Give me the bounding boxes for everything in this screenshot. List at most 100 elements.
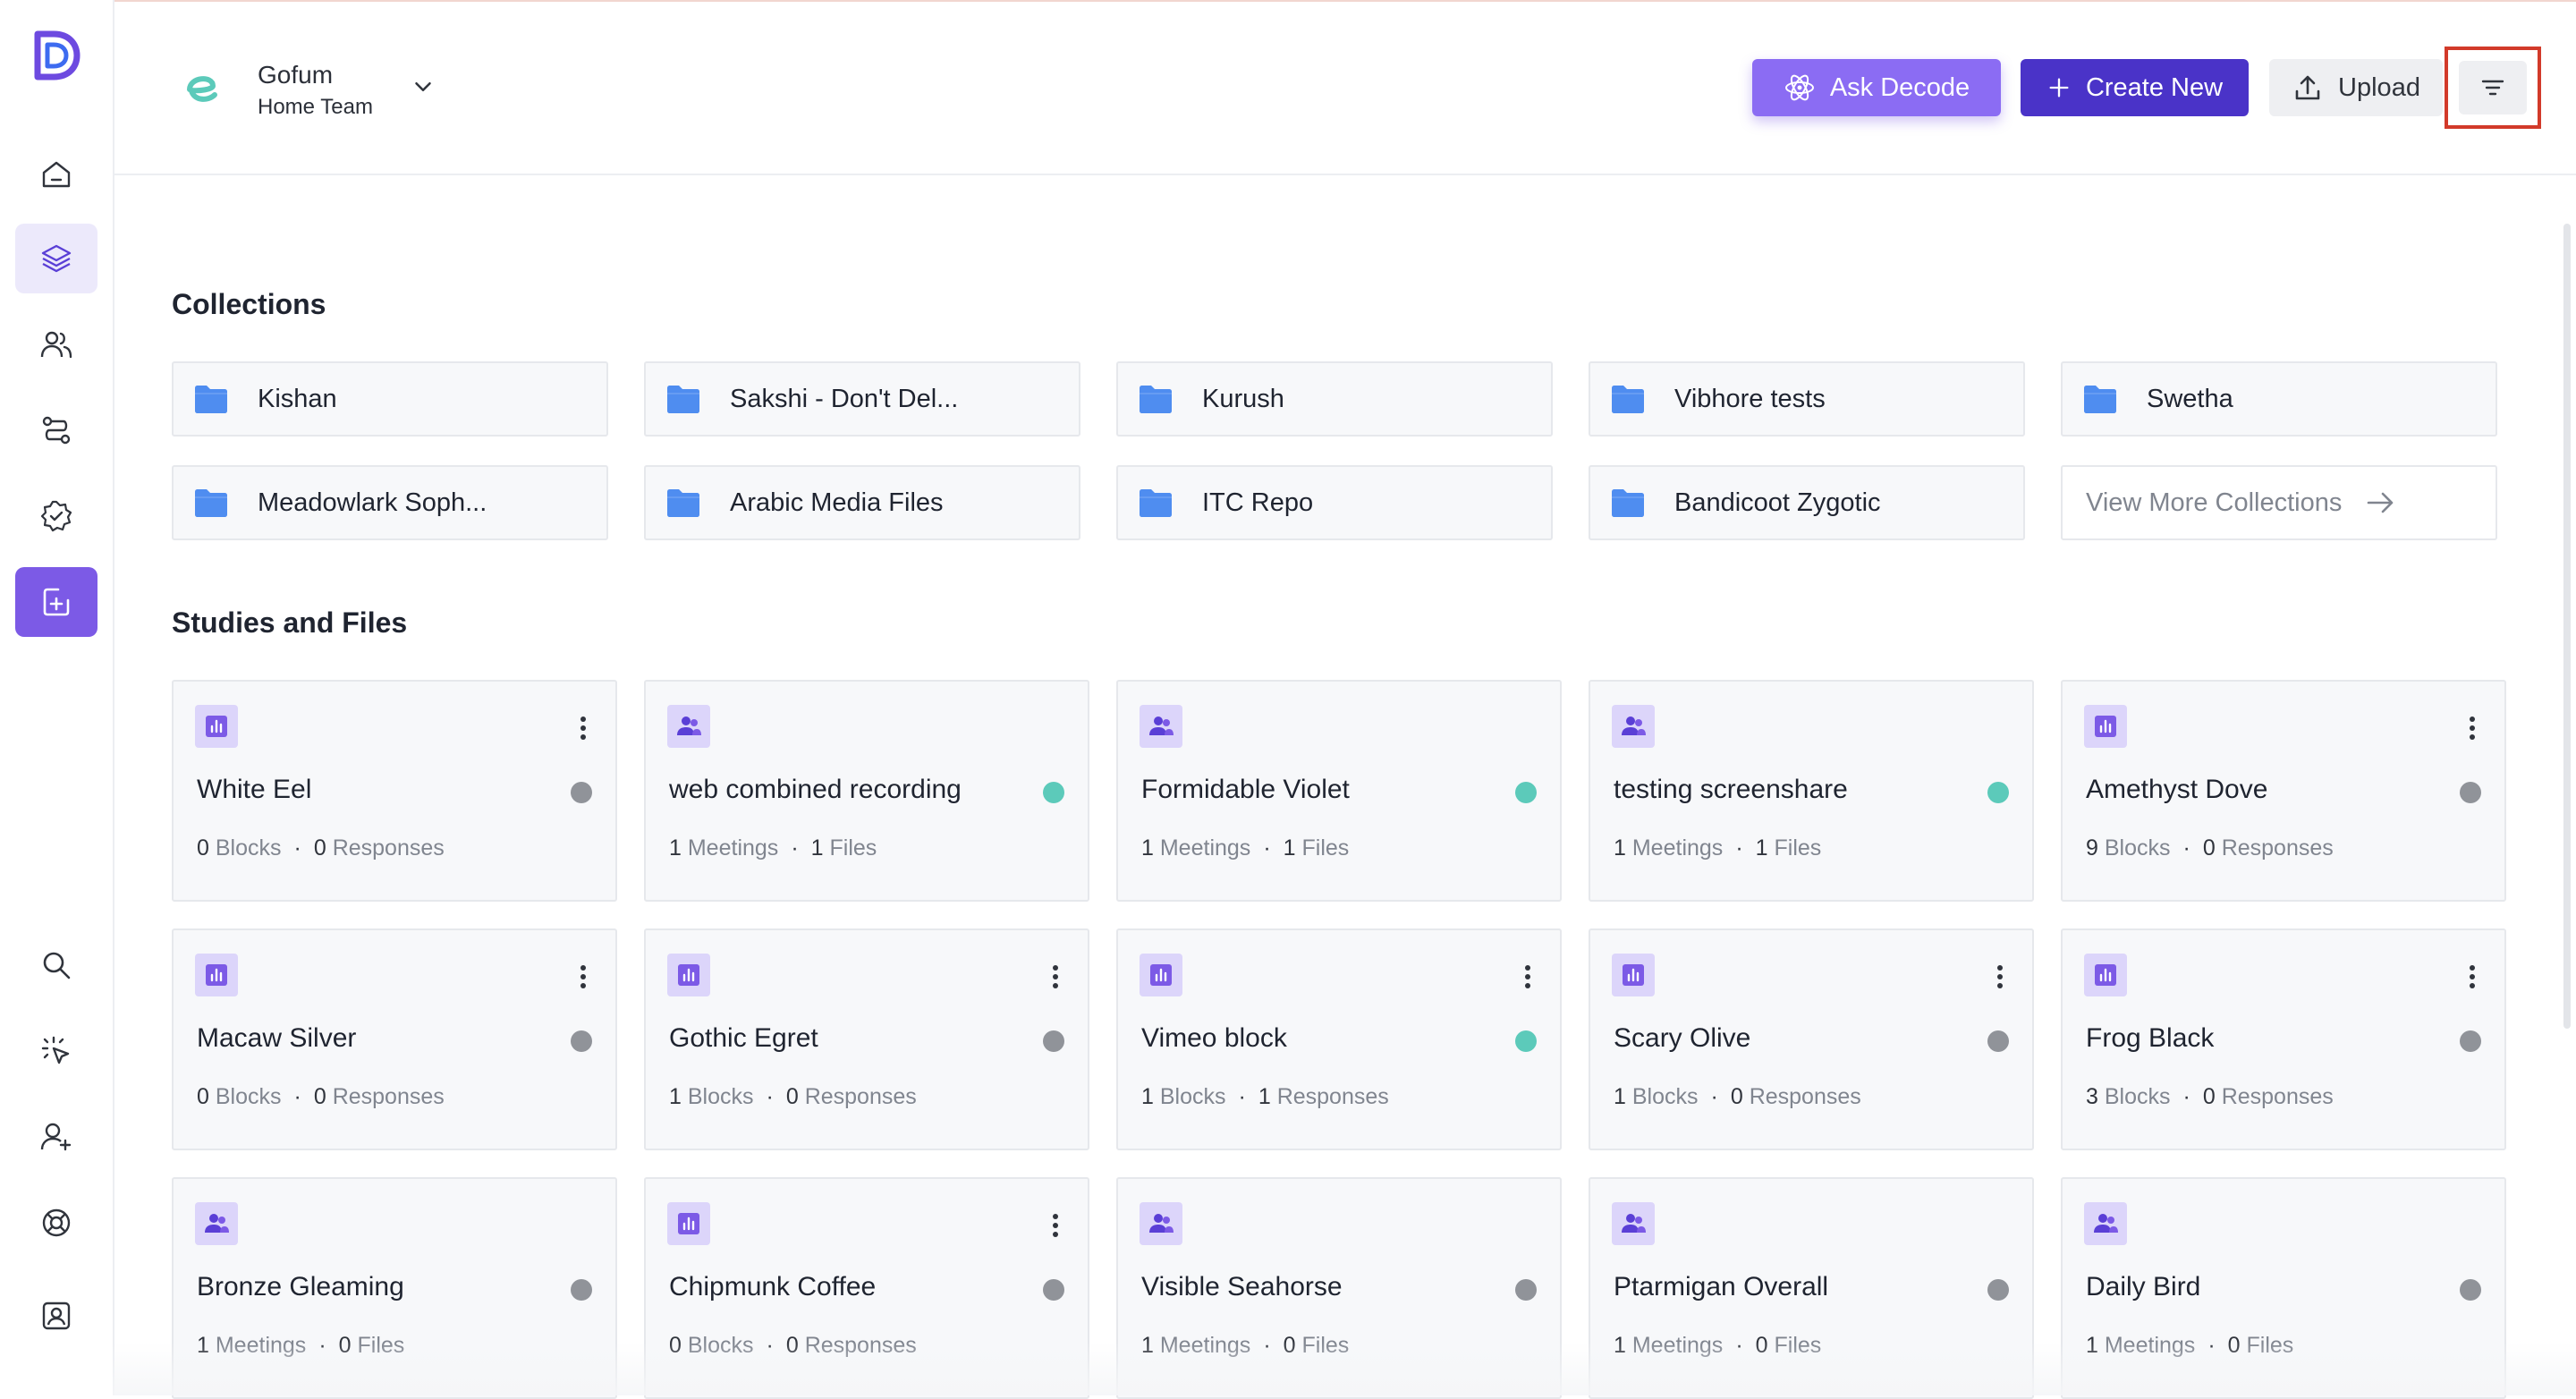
collection-item[interactable]: Bandicoot Zygotic bbox=[1589, 465, 2025, 540]
status-dot bbox=[1515, 782, 1537, 803]
more-options-icon[interactable] bbox=[580, 964, 587, 989]
sidebar-item-help[interactable] bbox=[15, 1188, 97, 1258]
meta-label-1: Blocks bbox=[1631, 1084, 1699, 1109]
sidebar-item-click-test[interactable] bbox=[15, 1016, 97, 1086]
more-options-icon[interactable] bbox=[1052, 1213, 1059, 1238]
decode-logo[interactable] bbox=[32, 30, 80, 81]
study-card[interactable]: Frog Black 3 Blocks · 0 Responses bbox=[2061, 928, 2506, 1150]
meeting-type-icon bbox=[667, 705, 710, 748]
home-icon bbox=[42, 161, 71, 188]
collection-item[interactable]: Arabic Media Files bbox=[644, 465, 1080, 540]
sidebar-item-new[interactable] bbox=[15, 567, 97, 637]
study-type-icon bbox=[1140, 954, 1182, 996]
upload-label: Upload bbox=[2338, 72, 2420, 102]
meta-separator: · bbox=[293, 1084, 301, 1109]
meta-separator: · bbox=[766, 1084, 774, 1109]
study-card[interactable]: Scary Olive 1 Blocks · 0 Responses bbox=[1589, 928, 2034, 1150]
more-options-icon[interactable] bbox=[1996, 964, 2004, 989]
collection-item[interactable]: ITC Repo bbox=[1116, 465, 1553, 540]
sidebar-item-library[interactable] bbox=[15, 224, 97, 293]
study-meta: 1 Blocks · 0 Responses bbox=[669, 1084, 917, 1110]
study-card[interactable]: web combined recording 1 Meetings · 1 Files bbox=[644, 680, 1089, 902]
meeting-type-icon bbox=[2084, 1202, 2127, 1245]
meta-count-2: 1 bbox=[1283, 835, 1296, 861]
chart-icon bbox=[1150, 964, 1172, 986]
status-dot bbox=[1987, 1030, 2009, 1052]
study-type-icon bbox=[2084, 705, 2127, 748]
more-options-icon[interactable] bbox=[1052, 964, 1059, 989]
sidebar-item-search[interactable] bbox=[15, 930, 97, 1000]
more-options-icon[interactable] bbox=[1524, 964, 1531, 989]
sidebar-item-profile[interactable] bbox=[15, 1281, 97, 1351]
study-card[interactable]: testing screenshare 1 Meetings · 1 Files bbox=[1589, 680, 2034, 902]
upload-icon bbox=[2295, 75, 2320, 100]
study-meta: 0 Blocks · 0 Responses bbox=[197, 1084, 445, 1110]
filter-button[interactable] bbox=[2459, 61, 2527, 114]
view-more-label: View More Collections bbox=[2086, 488, 2343, 517]
status-dot bbox=[1987, 1279, 2009, 1301]
study-card[interactable]: Vimeo block 1 Blocks · 1 Responses bbox=[1116, 928, 1562, 1150]
status-dot bbox=[2460, 1030, 2481, 1052]
collection-item[interactable]: Vibhore tests bbox=[1589, 361, 2025, 437]
meta-label-2: Responses bbox=[1276, 1084, 1389, 1109]
meta-separator: · bbox=[2182, 835, 2190, 861]
meta-separator: · bbox=[1710, 1084, 1718, 1109]
header: Gofum Home Team Ask Decode Create New Up… bbox=[114, 0, 2576, 175]
folder-icon bbox=[195, 489, 227, 517]
sidebar-item-participants[interactable] bbox=[15, 309, 97, 379]
collection-item[interactable]: Meadowlark Soph... bbox=[172, 465, 608, 540]
chevron-down-icon[interactable] bbox=[410, 73, 436, 100]
meta-separator: · bbox=[1238, 1084, 1246, 1109]
meta-label-2: Responses bbox=[804, 1084, 917, 1109]
meta-label-2: Responses bbox=[1749, 1084, 1861, 1109]
users-icon bbox=[40, 331, 72, 359]
search-icon bbox=[43, 952, 71, 979]
collection-item[interactable]: Sakshi - Don't Del... bbox=[644, 361, 1080, 437]
study-type-icon bbox=[195, 705, 238, 748]
create-new-button[interactable]: Create New bbox=[2021, 59, 2249, 116]
meta-label-2: Responses bbox=[2221, 1084, 2334, 1109]
study-card[interactable]: Gothic Egret 1 Blocks · 0 Responses bbox=[644, 928, 1089, 1150]
meta-count-2: 0 bbox=[2202, 835, 2216, 861]
meta-label-1: Meetings bbox=[687, 835, 779, 861]
view-more-collections-link[interactable]: View More Collections bbox=[2061, 465, 2497, 540]
more-options-icon[interactable] bbox=[580, 716, 587, 741]
meta-count-1: 3 bbox=[2086, 1084, 2098, 1109]
study-card[interactable]: Macaw Silver 0 Blocks · 0 Responses bbox=[172, 928, 617, 1150]
meta-count-2: 0 bbox=[313, 1084, 326, 1109]
study-meta: 3 Blocks · 0 Responses bbox=[2086, 1084, 2334, 1110]
meta-label-1: Meetings bbox=[1159, 835, 1251, 861]
study-type-icon bbox=[2084, 954, 2127, 996]
sidebar-item-flows[interactable] bbox=[15, 395, 97, 465]
study-title: Daily Bird bbox=[2086, 1272, 2201, 1301]
sidebar-item-tasks[interactable] bbox=[15, 481, 97, 551]
workspace-logo bbox=[187, 76, 217, 102]
collection-item[interactable]: Kishan bbox=[172, 361, 608, 437]
route-icon bbox=[42, 416, 71, 445]
meta-count-1: 0 bbox=[197, 835, 209, 861]
study-title: Bronze Gleaming bbox=[197, 1272, 404, 1301]
sidebar-item-home[interactable] bbox=[15, 140, 97, 209]
ask-decode-button[interactable]: Ask Decode bbox=[1752, 59, 2001, 116]
collection-item[interactable]: Kurush bbox=[1116, 361, 1553, 437]
ask-decode-label: Ask Decode bbox=[1829, 72, 1970, 102]
status-dot bbox=[2460, 1279, 2481, 1301]
collection-label: Swetha bbox=[2147, 384, 2233, 413]
filter-highlight bbox=[2445, 47, 2541, 129]
people-icon bbox=[2094, 1214, 2118, 1233]
collection-label: Arabic Media Files bbox=[730, 488, 944, 517]
study-card[interactable]: White Eel 0 Blocks · 0 Responses bbox=[172, 680, 617, 902]
plus-icon bbox=[2049, 78, 2069, 98]
study-card[interactable]: Formidable Violet 1 Meetings · 1 Files bbox=[1116, 680, 1562, 902]
folder-icon bbox=[1612, 386, 1644, 413]
scrollbar[interactable] bbox=[2563, 224, 2571, 1029]
upload-button[interactable]: Upload bbox=[2269, 59, 2443, 116]
collection-item[interactable]: Swetha bbox=[2061, 361, 2497, 437]
people-icon bbox=[1149, 716, 1174, 735]
study-card[interactable]: Amethyst Dove 9 Blocks · 0 Responses bbox=[2061, 680, 2506, 902]
more-options-icon[interactable] bbox=[2469, 716, 2476, 741]
sidebar-item-invite[interactable] bbox=[15, 1102, 97, 1172]
folder-icon bbox=[667, 386, 699, 413]
arrow-right-icon bbox=[2368, 492, 2394, 513]
more-options-icon[interactable] bbox=[2469, 964, 2476, 989]
